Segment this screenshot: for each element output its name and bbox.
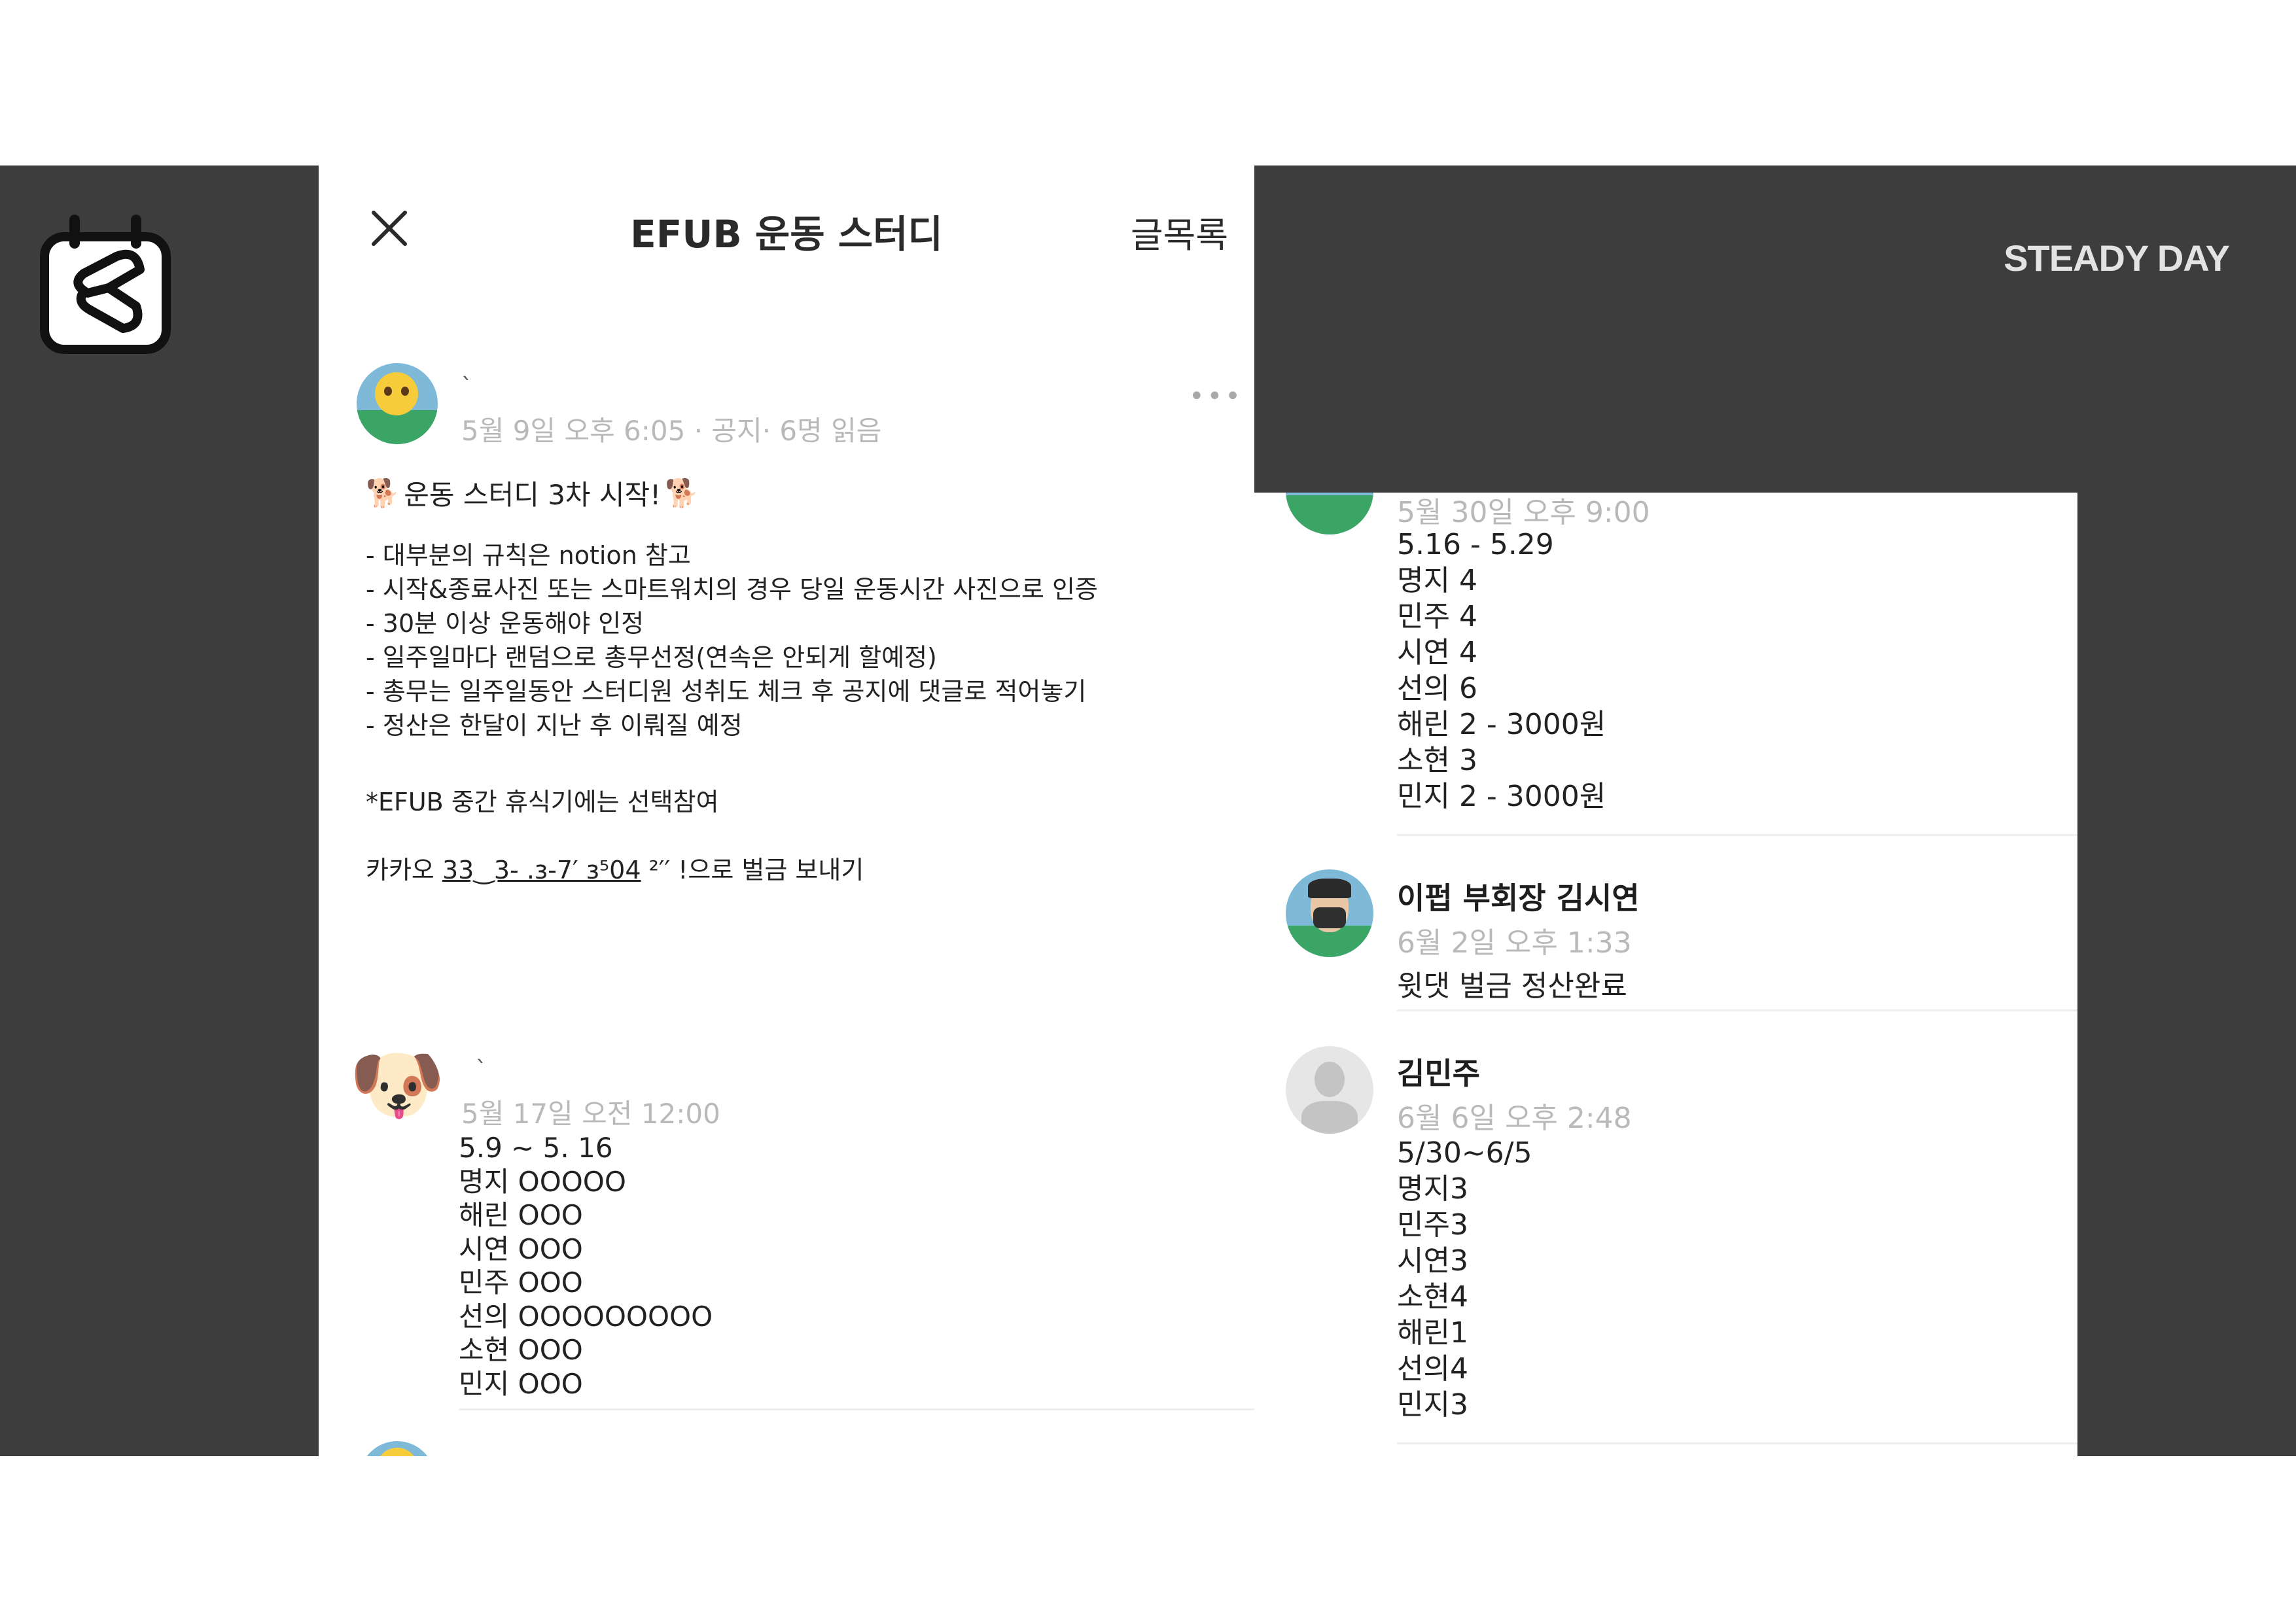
post-body-line: - 대부분의 규칙은 notion 참고 xyxy=(366,541,691,570)
tally-line: 민주3 xyxy=(1397,1208,1468,1242)
tally-line: 해린 OOO xyxy=(459,1199,583,1231)
commenter-name: 이펍 부회장 김시연 xyxy=(1397,881,1640,916)
calendar-logo-icon xyxy=(40,215,171,354)
post-body: - 대부분의 규칙은 notion 참고 - 시작&종료사진 또는 스마트워치의… xyxy=(366,538,1098,742)
post-body: 5.9 ~ 5. 16 명지 OOOOO 해린 OOO 시연 OOO 민주 OO… xyxy=(459,1131,713,1401)
puppy-avatar-icon: 🐶 xyxy=(349,1039,440,1130)
tally-line: 명지 4 xyxy=(1397,564,1477,597)
tally-line: 소현 3 xyxy=(1397,744,1477,777)
brand-title: STEADY DAY xyxy=(2004,237,2230,279)
tally-line: 시연 4 xyxy=(1397,636,1477,669)
tally-line: 소현 OOO xyxy=(459,1334,583,1366)
more-options-icon[interactable]: ••• xyxy=(1189,381,1243,411)
avatar[interactable]: 🐶 xyxy=(349,1039,440,1131)
avatar[interactable] xyxy=(1286,493,1373,534)
avatar[interactable] xyxy=(1286,1046,1373,1134)
account-suffix: ²′′ !으로 벌금 보내기 xyxy=(641,856,864,884)
comment-body: 5/30~6/5 명지3 민주3 시연3 소현4 해린1 선의4 민지3 xyxy=(1397,1135,1532,1423)
account-number-link[interactable]: 33‿3‐ .ɜ‐7′ ɜ⁵04 xyxy=(442,856,641,884)
tally-line: 소현4 xyxy=(1397,1280,1468,1314)
tally-line: 민지 OOO xyxy=(459,1367,583,1400)
tally-line: 선의4 xyxy=(1397,1352,1468,1386)
tally-line: 선의 OOOOOOOOO xyxy=(459,1300,713,1333)
comment-meta: 6월 2일 오후 1:33 xyxy=(1397,926,1632,960)
divider xyxy=(1397,1442,2077,1444)
tally-line: 민지 2 - 3000원 xyxy=(1397,780,1606,813)
tally-line: 5/30~6/5 xyxy=(1397,1136,1532,1170)
tally-line: 명지3 xyxy=(1397,1172,1468,1206)
tally-line: 해린1 xyxy=(1397,1316,1468,1350)
tally-line: 선의 6 xyxy=(1397,672,1477,705)
comment-body: 5.16 - 5.29 명지 4 민주 4 시연 4 선의 6 해린 2 - 3… xyxy=(1397,527,1606,814)
post-body-line: - 정산은 한달이 지난 후 이뤄질 예정 xyxy=(366,711,743,740)
post-title: 🐕 운동 스터디 3차 시작! 🐕 xyxy=(366,473,699,513)
avatar[interactable] xyxy=(1286,869,1373,957)
post-meta: 5월 9일 오후 6:05 · 공지· 6명 읽음 xyxy=(461,415,882,447)
post-body-line: - 일주일마다 랜덤으로 총무선정(연속은 안되게 할예정) xyxy=(366,643,937,672)
post-view-panel: EFUB 운동 스터디 글목록 ` 5월 9일 오후 6:05 · 공지· 6명… xyxy=(319,166,1254,1456)
post-meta: 5월 17일 오전 12:00 xyxy=(461,1098,720,1130)
tally-line: 민주 OOO xyxy=(459,1266,583,1299)
comments-panel: 5월 30일 오후 9:00 5.16 - 5.29 명지 4 민주 4 시연 … xyxy=(1254,493,2077,1456)
comment-meta: 6월 6일 오후 2:48 xyxy=(1397,1102,1632,1135)
commenter-name: 김민주 xyxy=(1397,1056,1480,1091)
tally-line: 민주 4 xyxy=(1397,600,1477,633)
author-name: ` xyxy=(461,374,472,400)
tally-line: 해린 2 - 3000원 xyxy=(1397,708,1606,741)
author-name: ` xyxy=(476,1056,487,1083)
post-title-text: 운동 스터디 3차 시작! xyxy=(404,479,662,511)
tally-line: 시연 OOO xyxy=(459,1232,583,1265)
account-line: 카카오 33‿3‐ .ɜ‐7′ ɜ⁵04 ²′′ !으로 벌금 보내기 xyxy=(366,850,864,886)
post-list-button[interactable]: 글목록 xyxy=(1131,206,1228,258)
avatar xyxy=(359,1441,435,1456)
tally-line: 5.9 ~ 5. 16 xyxy=(459,1132,613,1164)
comment-meta: 5월 30일 오후 9:00 xyxy=(1397,496,1650,529)
post-body-line: - 시작&종료사진 또는 스마트워치의 경우 당일 운동시간 사진으로 인증 xyxy=(366,575,1098,604)
dog-emoji-icon: 🐕 xyxy=(366,476,400,509)
post-body-line: - 30분 이상 운동해야 인정 xyxy=(366,609,645,638)
account-prefix: 카카오 xyxy=(366,856,442,884)
tally-line: 민지3 xyxy=(1397,1388,1468,1422)
divider xyxy=(1397,834,2077,836)
post-body-line: - 총무는 일주일동안 스터디원 성취도 체크 후 공지에 댓글로 적어놓기 xyxy=(366,677,1087,706)
tally-line: 5.16 - 5.29 xyxy=(1397,528,1554,561)
page-title: EFUB 운동 스터디 xyxy=(630,212,943,256)
tally-line: 명지 OOOOO xyxy=(459,1165,626,1198)
post-note: *EFUB 중간 휴식기에는 선택참여 xyxy=(366,788,719,816)
tally-line: 시연3 xyxy=(1397,1244,1468,1278)
comment-text: 윗댓 벌금 정산완료 xyxy=(1397,969,1627,1003)
avatar[interactable] xyxy=(357,363,438,444)
divider xyxy=(1397,1009,2077,1011)
dog-emoji-icon: 🐕 xyxy=(665,476,699,509)
divider xyxy=(459,1408,1254,1410)
